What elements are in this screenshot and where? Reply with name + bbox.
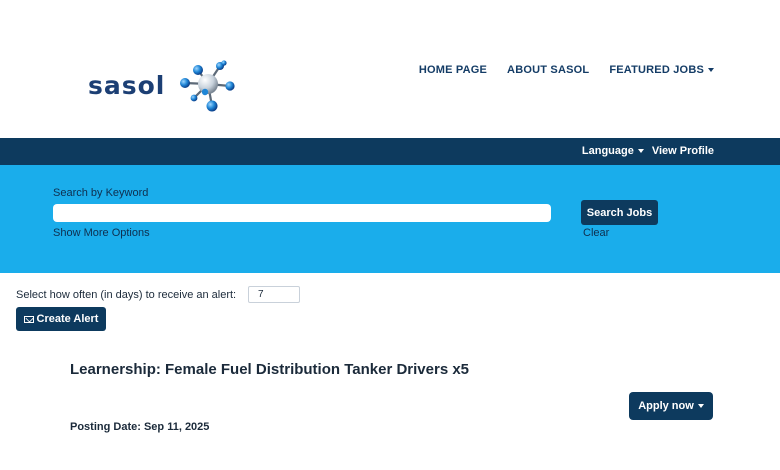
alert-frequency-label: Select how often (in days) to receive an… <box>16 289 237 301</box>
nav-featured-jobs-label: FEATURED JOBS <box>609 64 704 76</box>
nav-featured-jobs[interactable]: FEATURED JOBS <box>609 64 714 76</box>
apply-now-label: Apply now <box>638 400 694 412</box>
caret-down-icon <box>708 68 714 73</box>
posting-date-value: Sep 11, 2025 <box>143 421 210 433</box>
alert-frequency-input[interactable] <box>248 286 300 303</box>
envelope-icon <box>23 315 34 323</box>
nav-about-sasol[interactable]: ABOUT SASOL <box>507 64 589 76</box>
site-header: sasol HOME PAGE ABOUT SASOL FEATURED JOB… <box>0 0 780 138</box>
search-panel: Search by Keyword Show More Options Sear… <box>0 165 780 273</box>
job-title: Learnership: Female Fuel Distribution Ta… <box>70 361 470 378</box>
apply-now-button[interactable]: Apply now <box>629 392 713 420</box>
caret-down-icon <box>637 149 644 154</box>
nav-about-sasol-label: ABOUT SASOL <box>507 64 590 76</box>
sasol-logo[interactable]: sasol <box>88 58 238 114</box>
main-nav: HOME PAGE ABOUT SASOL FEATURED JOBS <box>419 64 714 76</box>
molecule-logo-icon <box>180 60 235 112</box>
language-label: Language <box>581 145 634 157</box>
show-more-options-link[interactable]: Show More Options <box>53 227 150 239</box>
search-keyword-label: Search by Keyword <box>53 187 149 199</box>
nav-home-page-label: HOME PAGE <box>418 64 488 76</box>
create-alert-label: Create Alert <box>36 313 99 325</box>
caret-down-icon <box>697 404 704 408</box>
clear-link[interactable]: Clear <box>583 227 609 239</box>
posting-date: Posting Date: Sep 11, 2025 <box>70 421 209 433</box>
utility-bar: Language View Profile <box>0 138 780 165</box>
search-jobs-button[interactable]: Search Jobs <box>581 200 658 225</box>
posting-date-label: Posting Date: <box>70 421 141 433</box>
utility-links: Language View Profile <box>582 145 714 157</box>
language-dropdown[interactable]: Language <box>582 145 644 157</box>
logo-wordmark: sasol <box>88 71 166 100</box>
view-profile-link[interactable]: View Profile <box>652 145 714 157</box>
search-keyword-input[interactable] <box>53 204 551 222</box>
nav-home-page[interactable]: HOME PAGE <box>419 64 487 76</box>
create-alert-button[interactable]: Create Alert <box>16 307 106 331</box>
